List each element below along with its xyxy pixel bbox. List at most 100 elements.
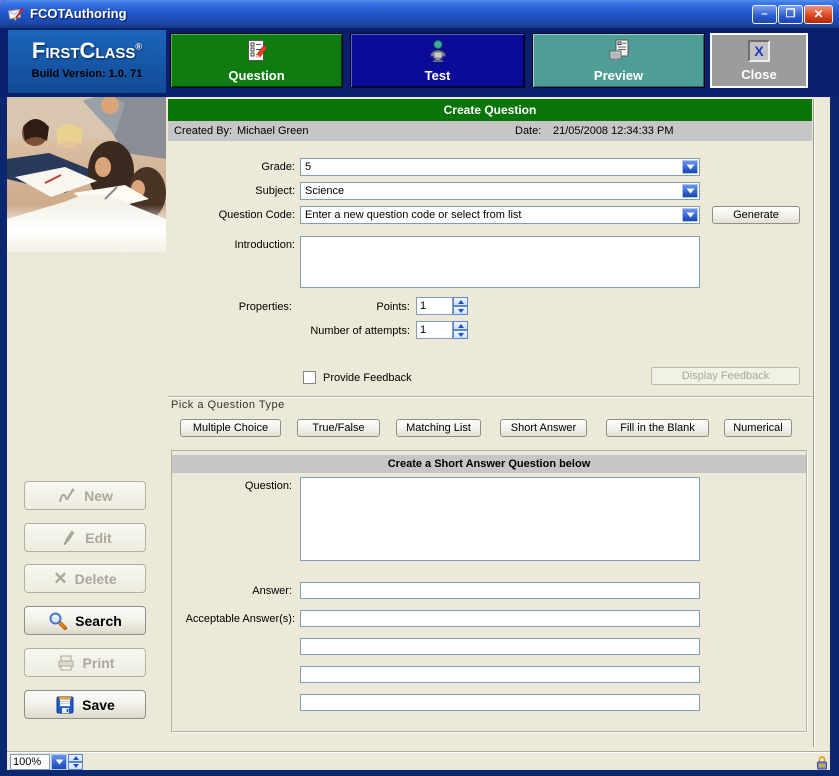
sidebar-edit-button[interactable]: Edit — [24, 523, 146, 552]
date-value: 21/05/2008 12:34:33 PM — [553, 125, 673, 137]
sidebar-delete-label: Delete — [75, 571, 117, 587]
logo-wordmark: FirstClass — [32, 38, 136, 63]
provide-feedback-label: Provide Feedback — [323, 372, 443, 384]
nav-question-label: Question — [228, 68, 284, 83]
sa-acceptable-input-1[interactable] — [301, 611, 699, 626]
subject-select[interactable] — [300, 182, 700, 200]
nav-test-button[interactable]: Test — [350, 33, 525, 88]
edit-pencil-icon — [58, 528, 78, 548]
sidebar-delete-button[interactable]: ✕ Delete — [24, 564, 146, 593]
search-icon — [48, 611, 68, 631]
status-bar — [7, 752, 830, 770]
window-title: FCOTAuthoring — [30, 6, 127, 21]
display-feedback-button[interactable]: Display Feedback — [651, 367, 800, 385]
question-code-input[interactable] — [301, 207, 682, 223]
date-label: Date: — [515, 125, 541, 137]
sidebar-print-label: Print — [83, 655, 115, 671]
sidebar-search-button[interactable]: Search — [24, 606, 146, 635]
firstclass-logo: FirstClass® — [8, 38, 166, 64]
points-spinbox — [416, 297, 468, 315]
points-spinner — [453, 297, 468, 315]
nav-close-button[interactable]: X Close — [710, 33, 808, 88]
introduction-textarea[interactable] — [301, 237, 699, 287]
sidebar-print-button[interactable]: Print — [24, 648, 146, 677]
close-window-button[interactable]: ✕ — [804, 5, 833, 24]
sa-acceptable-field-3[interactable] — [300, 666, 700, 683]
points-up-arrow-icon[interactable] — [453, 297, 468, 306]
nav-question-button[interactable]: Question — [170, 33, 343, 88]
type-numerical-button[interactable]: Numerical — [724, 419, 792, 437]
points-field[interactable] — [416, 297, 453, 315]
type-matching-list-button[interactable]: Matching List — [396, 419, 481, 437]
attempts-spinbox — [416, 321, 468, 339]
grade-select[interactable] — [300, 158, 700, 176]
sa-answer-field[interactable] — [300, 582, 700, 599]
short-answer-header: Create a Short Answer Question below — [172, 455, 806, 473]
app-icon — [8, 5, 26, 22]
introduction-textarea-wrap — [300, 236, 700, 288]
sa-answer-label: Answer: — [170, 585, 292, 597]
classroom-photo — [7, 97, 166, 252]
sa-acceptable-input-3[interactable] — [301, 667, 699, 682]
maximize-button[interactable]: ❐ — [778, 5, 803, 24]
nav-close-label: Close — [741, 67, 776, 82]
zoom-level-field[interactable] — [10, 754, 50, 770]
maximize-icon: ❐ — [786, 8, 796, 20]
sidebar-save-label: Save — [82, 697, 115, 713]
sa-acceptable-input-2[interactable] — [301, 639, 699, 654]
header-band: FirstClass® Build Version: 1.0. 71 Quest… — [0, 28, 839, 97]
attempts-field[interactable] — [416, 321, 453, 339]
question-code-dropdown-arrow-icon[interactable] — [682, 208, 698, 222]
attempts-input[interactable] — [417, 322, 452, 338]
sa-question-textarea[interactable] — [301, 478, 699, 560]
zoom-level-input[interactable] — [11, 755, 49, 769]
title-bar: FCOTAuthoring – ❐ ✕ — [0, 0, 839, 28]
sidebar-new-button[interactable]: New — [24, 481, 146, 510]
sa-acceptable-input-4[interactable] — [301, 695, 699, 710]
points-label: Points: — [300, 301, 410, 313]
generate-button[interactable]: Generate — [712, 206, 800, 224]
type-true-false-button[interactable]: True/False — [297, 419, 380, 437]
points-input[interactable] — [417, 298, 452, 314]
zoom-up-arrow-icon[interactable] — [68, 754, 83, 762]
sidebar-save-button[interactable]: Save — [24, 690, 146, 719]
type-multiple-choice-button[interactable]: Multiple Choice — [180, 419, 281, 437]
subject-dropdown-arrow-icon[interactable] — [682, 184, 698, 198]
created-by-value: Michael Green — [237, 125, 309, 137]
points-down-arrow-icon[interactable] — [453, 306, 468, 315]
type-short-answer-button[interactable]: Short Answer — [500, 419, 587, 437]
build-version: Build Version: 1.0. 71 — [8, 68, 166, 80]
introduction-label: Introduction: — [170, 239, 295, 251]
new-scribble-icon — [57, 486, 77, 506]
subject-label: Subject: — [170, 185, 295, 197]
sa-acceptable-field-2[interactable] — [300, 638, 700, 655]
sa-acceptable-field-1[interactable] — [300, 610, 700, 627]
grade-dropdown-arrow-icon[interactable] — [682, 160, 698, 174]
attempts-up-arrow-icon[interactable] — [453, 321, 468, 330]
zoom-dropdown-arrow-icon[interactable] — [51, 754, 67, 770]
subject-input[interactable] — [301, 183, 682, 199]
close-x-icon: X — [748, 35, 770, 67]
save-floppy-icon — [55, 695, 75, 715]
question-type-separator — [168, 396, 812, 398]
sa-question-label: Question: — [170, 480, 292, 492]
question-type-group-label: Pick a Question Type — [171, 399, 285, 411]
zoom-down-arrow-icon[interactable] — [68, 762, 83, 770]
provide-feedback-checkbox[interactable] — [303, 371, 316, 384]
zoom-spinner — [68, 754, 83, 770]
nav-preview-button[interactable]: Preview — [532, 33, 705, 88]
grade-input[interactable] — [301, 159, 682, 175]
app-window: FCOTAuthoring – ❐ ✕ FirstClass® Build Ve… — [0, 0, 839, 776]
sidebar-new-label: New — [84, 488, 113, 504]
minimize-button[interactable]: – — [752, 5, 777, 24]
test-person-computer-icon — [426, 34, 450, 68]
main-panel-right-divider — [813, 99, 815, 747]
section-title-bar: Create Question — [168, 99, 812, 121]
sa-acceptable-field-4[interactable] — [300, 694, 700, 711]
attempts-down-arrow-icon[interactable] — [453, 330, 468, 339]
sa-answer-input[interactable] — [301, 583, 699, 598]
registered-mark: ® — [135, 42, 142, 52]
meta-bar: Created By: Michael Green Date: 21/05/20… — [168, 121, 812, 141]
type-fill-in-blank-button[interactable]: Fill in the Blank — [606, 419, 709, 437]
question-code-select[interactable] — [300, 206, 700, 224]
